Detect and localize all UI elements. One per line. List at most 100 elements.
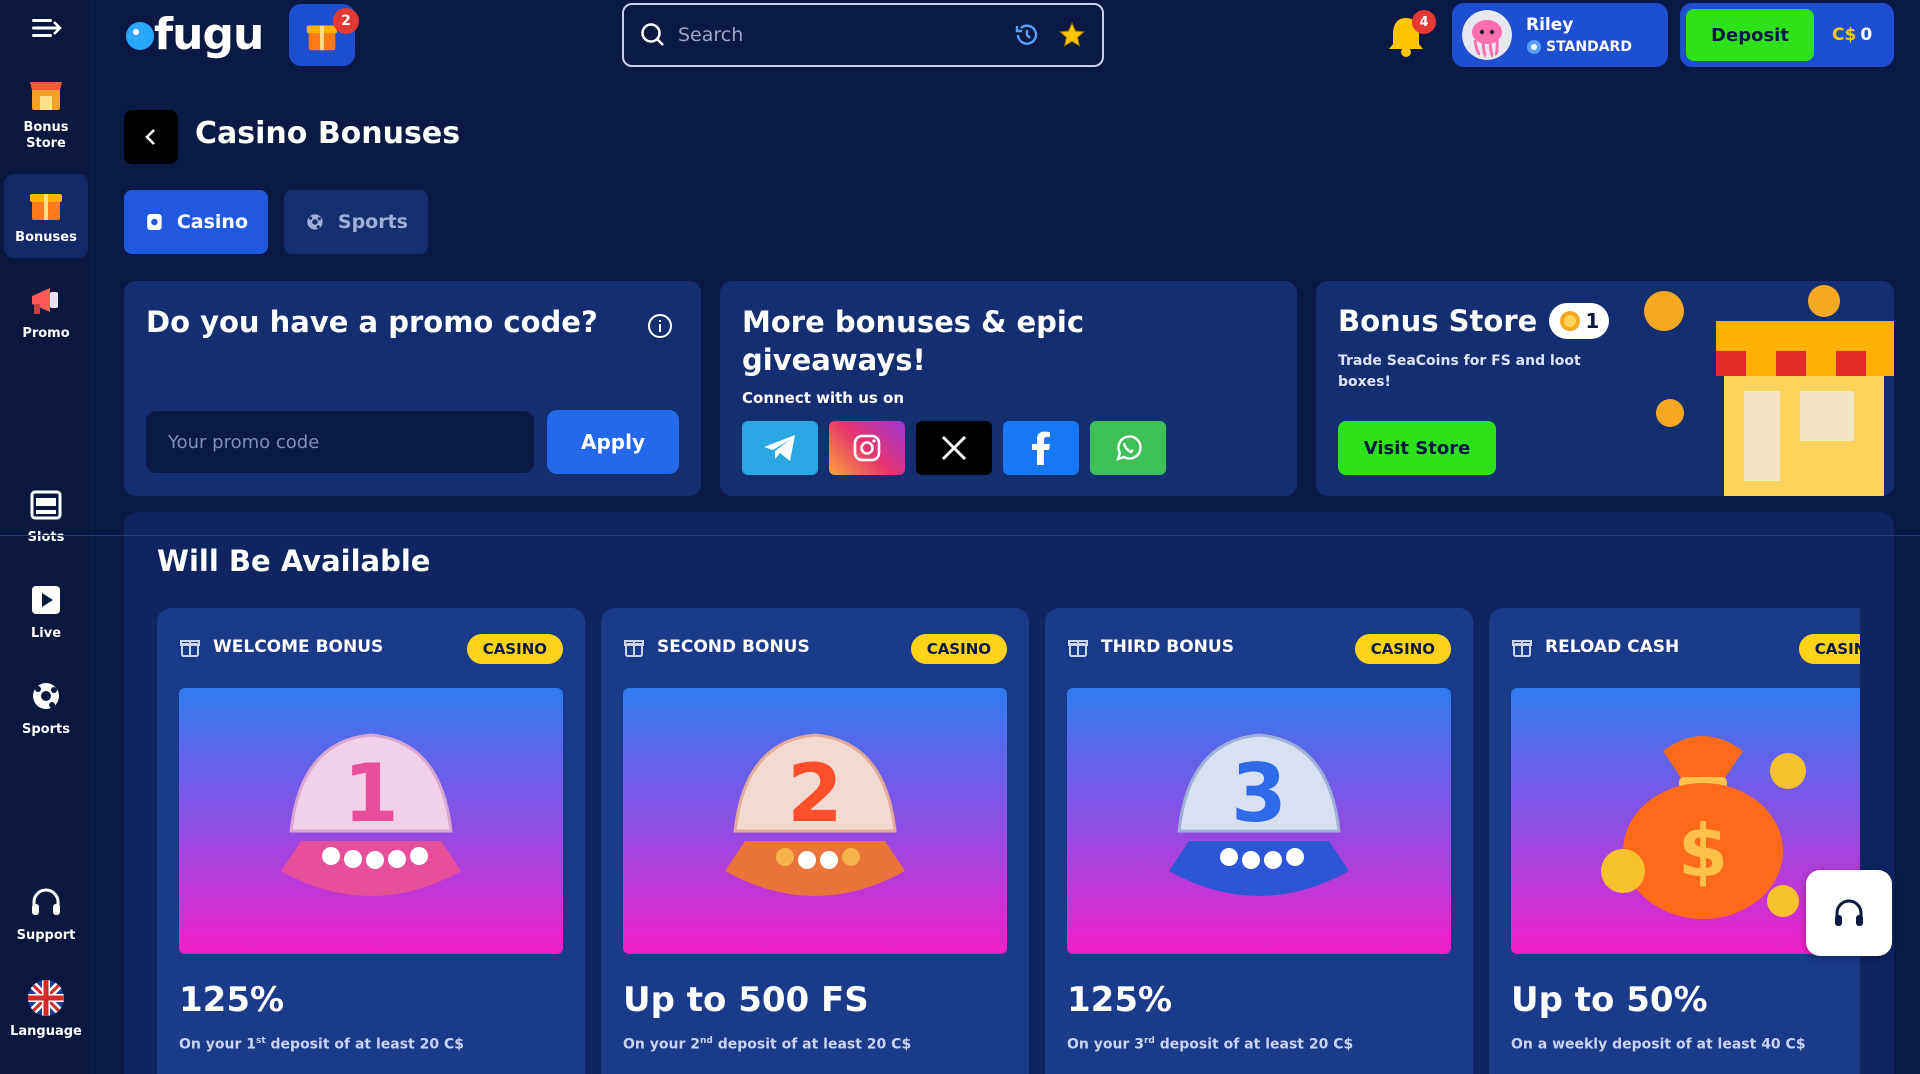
menu-toggle-icon[interactable] — [30, 16, 62, 40]
social-card: More bonuses & epic giveaways! Connect w… — [720, 281, 1297, 496]
promo-code-input[interactable] — [146, 411, 534, 473]
whatsapp-button[interactable] — [1090, 421, 1166, 475]
casino-chip-icon — [147, 213, 162, 231]
star-icon[interactable] — [1058, 21, 1086, 49]
chevron-left-icon — [145, 129, 155, 145]
telegram-icon — [764, 435, 795, 461]
bonus-cards-row: WELCOME BONUS CASINO 1 125% On your 1st … — [157, 608, 1860, 1074]
bonus-image: 1 — [179, 688, 563, 954]
bonus-number: 2 — [787, 747, 843, 840]
bonus-name: RELOAD CASH — [1545, 637, 1680, 657]
casino-tag: CASINO — [466, 634, 563, 664]
promo-code-card: Do you have a promo code? Apply — [124, 281, 701, 496]
pearl-shell-icon: 1 — [281, 733, 461, 896]
balance-amount: 0 — [1860, 25, 1873, 45]
megaphone-icon — [26, 280, 66, 320]
bonus-card-welcome[interactable]: WELCOME BONUS CASINO 1 125% On your 1st … — [157, 608, 585, 1074]
history-icon[interactable] — [1014, 22, 1040, 48]
gift-count-badge: 2 — [333, 8, 359, 34]
sidebar-item-sports[interactable]: Sports — [4, 666, 88, 738]
support-chat-button[interactable] — [1806, 870, 1892, 956]
gift-button[interactable]: 2 — [289, 4, 359, 66]
notifications-badge: 4 — [1412, 10, 1436, 34]
bonus-amount: Up to 500 FS — [623, 980, 869, 1020]
bonus-image: 3 — [1067, 688, 1451, 954]
deposit-button[interactable]: Deposit — [1686, 9, 1814, 61]
telegram-button[interactable] — [742, 421, 818, 475]
available-title: Will Be Available — [157, 544, 431, 578]
store-title: Bonus Store — [1338, 304, 1538, 338]
bonus-name: THIRD BONUS — [1101, 637, 1234, 657]
bonus-card-second[interactable]: SECOND BONUS CASINO 2 Up to 500 FS On yo… — [601, 608, 1029, 1074]
gift-outline-icon — [1068, 640, 1088, 657]
bonus-name: WELCOME BONUS — [213, 637, 384, 657]
x-icon — [941, 435, 967, 461]
facebook-button[interactable] — [1003, 421, 1079, 475]
currency-label: C$ — [1832, 25, 1857, 45]
gift-outline-icon — [624, 640, 644, 657]
brand-logo[interactable]: fugu — [124, 6, 264, 62]
divider — [0, 535, 1920, 536]
sidebar-item-bonuses[interactable]: Bonuses — [4, 174, 88, 258]
info-icon[interactable] — [647, 313, 673, 339]
search-bar[interactable] — [622, 3, 1104, 67]
gift-outline-icon — [1512, 640, 1532, 657]
sidebar-item-support[interactable]: Support — [4, 872, 88, 944]
headset-icon — [1835, 899, 1863, 926]
bonus-description: On your 2nd deposit of at least 20 C$ — [623, 1036, 912, 1053]
jellyfish-avatar-icon — [1462, 10, 1512, 60]
bonus-amount: 125% — [179, 980, 285, 1020]
casino-tag: CASINO — [1798, 634, 1860, 664]
bonus-store-card: Bonus Store 1 Trade SeaCoins for FS and … — [1316, 281, 1894, 496]
bonus-description: On your 1st deposit of at least 20 C$ — [179, 1036, 464, 1053]
seacoin-balance: 1 — [1549, 303, 1610, 339]
bonus-amount: 125% — [1067, 980, 1173, 1020]
instagram-button[interactable] — [829, 421, 905, 475]
coin-icon — [1560, 311, 1581, 331]
play-icon — [26, 580, 66, 620]
casino-tag: CASINO — [910, 634, 1007, 664]
connect-label: Connect with us on — [742, 389, 905, 407]
tab-sports[interactable]: Sports — [284, 190, 428, 254]
bonus-card-reload[interactable]: RELOAD CASH CASINO $ Up to 50% On a week… — [1489, 608, 1860, 1074]
tier-icon — [1527, 40, 1541, 54]
user-tier: STANDARD — [1546, 39, 1632, 55]
pearl-shell-icon: 2 — [725, 733, 905, 896]
search-input[interactable] — [678, 24, 1014, 46]
bonus-number: 3 — [1231, 747, 1287, 840]
sidebar-item-live[interactable]: Live — [4, 570, 88, 642]
instagram-icon — [853, 434, 881, 462]
tab-casino[interactable]: Casino — [124, 190, 268, 254]
store-description: Trade SeaCoins for FS and loot boxes! — [1338, 353, 1581, 390]
search-icon — [641, 23, 664, 46]
back-button[interactable] — [124, 110, 178, 164]
shop-icon — [26, 74, 66, 114]
uk-flag-icon — [26, 978, 66, 1018]
ball-icon — [307, 214, 323, 230]
bonus-card-third[interactable]: THIRD BONUS CASINO 3 125% On your 3rd de… — [1045, 608, 1473, 1074]
sidebar: Bonus Store Bonuses Promo Slots Live Spo… — [0, 0, 92, 1074]
gift-outline-icon — [180, 640, 200, 657]
social-title: More bonuses & epic giveaways! — [742, 305, 1085, 377]
balance[interactable]: C$ 0 — [1832, 25, 1872, 45]
sidebar-item-promo[interactable]: Promo — [4, 270, 88, 342]
sidebar-item-bonus-store[interactable]: Bonus Store — [4, 64, 88, 152]
slot-machine-icon — [26, 484, 66, 524]
money-bag-icon: $ — [1601, 736, 1806, 919]
visit-store-button[interactable]: Visit Store — [1338, 421, 1496, 475]
facebook-icon — [1032, 431, 1050, 465]
avatar — [1462, 10, 1512, 60]
user-name: Riley — [1526, 15, 1574, 35]
apply-button[interactable]: Apply — [547, 410, 679, 474]
x-button[interactable] — [916, 421, 992, 475]
bonus-description: On a weekly deposit of at least 40 C$ — [1511, 1036, 1806, 1053]
bonus-image: 2 — [623, 688, 1007, 954]
wallet: Deposit C$ 0 — [1680, 3, 1894, 67]
notifications-button[interactable]: 4 — [1384, 10, 1436, 58]
promo-title: Do you have a promo code? — [146, 305, 598, 339]
profile-menu[interactable]: Riley STANDARD — [1452, 3, 1668, 67]
sidebar-item-language[interactable]: Language — [4, 968, 88, 1040]
whatsapp-icon — [1116, 435, 1142, 461]
ball-icon — [26, 676, 66, 716]
bonus-amount: Up to 50% — [1511, 980, 1708, 1020]
